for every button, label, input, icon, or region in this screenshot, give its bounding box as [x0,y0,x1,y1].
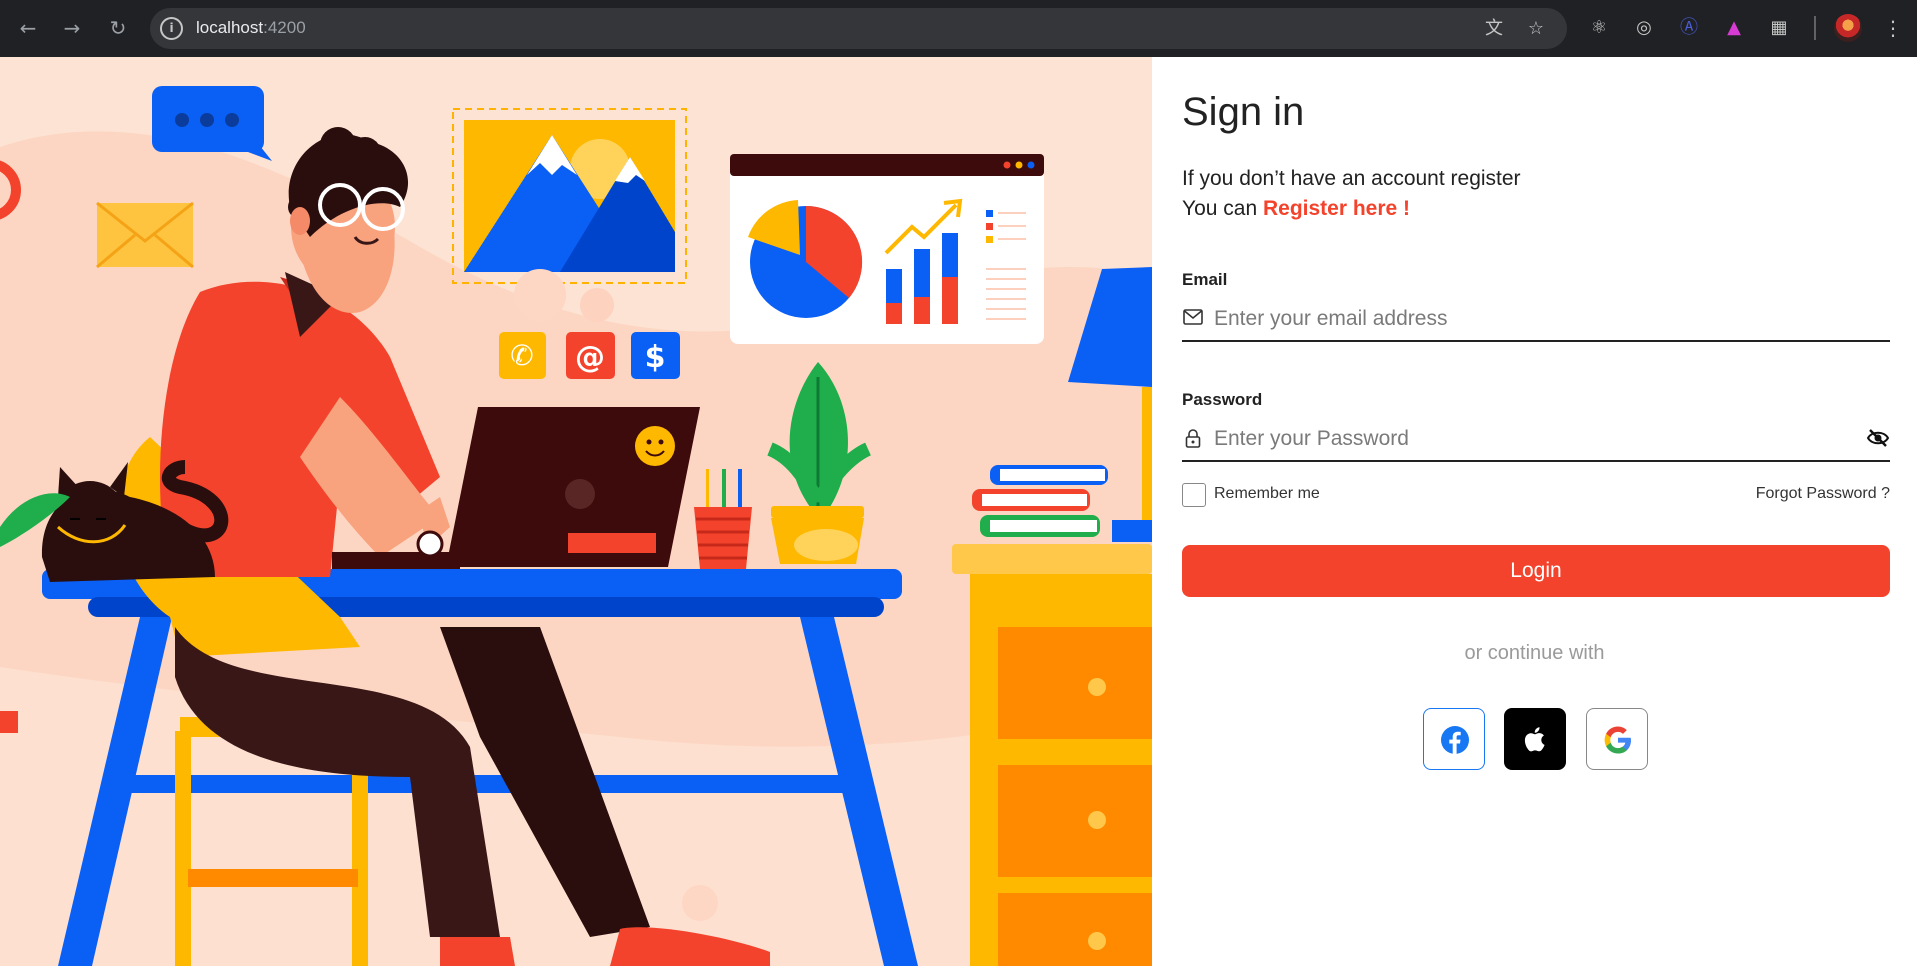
lock-icon [1182,428,1204,450]
workspace-illustration: ✆ @ $ [0,86,1152,966]
signin-subtitle: If you don’t have an account register [1182,167,1521,190]
reload-icon[interactable]: ↻ [104,14,132,42]
augury-extension-icon[interactable]: ▲ [1722,16,1746,40]
login-button[interactable]: Login [1182,545,1890,597]
hero-illustration: ✆ @ $ [0,57,1152,966]
password-input[interactable] [1214,424,1834,454]
remember-me-checkbox[interactable] [1182,483,1206,507]
hide-password-icon[interactable] [1866,428,1890,450]
svg-text:✆: ✆ [510,339,533,372]
email-field[interactable] [1182,300,1890,342]
at-sign-tile-icon: @ [566,332,615,379]
apple-icon [1524,727,1545,752]
translate-icon[interactable]: 文 [1483,18,1505,40]
envelope-icon [1182,308,1204,330]
svg-text:@: @ [575,340,605,375]
browser-toolbar: ← → ↻ i localhost:4200 文 ☆ ⚛ ◎ Ⓐ ▲ ▦ ⋮ [0,0,1917,57]
book-stack [972,465,1108,537]
svg-text:$: $ [645,340,666,375]
url-text[interactable]: localhost:4200 [196,18,306,38]
forward-arrow-icon[interactable]: → [58,14,86,42]
facebook-login-button[interactable] [1423,708,1485,770]
profile-avatar[interactable] [1834,14,1862,42]
register-prompt-text: You can [1182,197,1263,220]
drawer-cabinet [952,544,1152,966]
facebook-icon [1441,726,1469,754]
apple-login-button[interactable] [1504,708,1566,770]
address-bar[interactable]: i localhost:4200 文 ☆ [150,8,1567,49]
google-login-button[interactable] [1586,708,1648,770]
envelope-icon [96,201,194,269]
site-info-icon[interactable]: i [160,17,183,40]
browser-menu-icon[interactable]: ⋮ [1881,16,1905,40]
chat-bubble-icon [152,86,272,161]
bookmark-star-icon[interactable]: ☆ [1525,18,1547,40]
phone-tile-icon: ✆ [499,332,546,379]
dashboard-window [730,154,1044,344]
password-label: Password [1182,390,1263,409]
register-prompt: You can Register here ! [1182,197,1410,221]
toolbar-divider [1814,16,1816,40]
dollar-tile-icon: $ [631,332,680,379]
or-continue-label: or continue with [1464,642,1605,664]
target-extension-icon[interactable]: ◎ [1632,16,1656,40]
signin-panel: Sign in If you don’t have an account reg… [1152,57,1917,966]
remember-me-label[interactable]: Remember me [1214,485,1320,503]
react-devtools-extension-icon[interactable]: ⚛ [1587,16,1611,40]
email-label: Email [1182,270,1228,289]
back-arrow-icon[interactable]: ← [14,14,42,42]
angular-extension-icon[interactable]: Ⓐ [1677,16,1701,40]
password-field[interactable] [1182,420,1890,462]
picture-frame [452,108,687,284]
forgot-password-link[interactable]: Forgot Password ? [1756,485,1890,503]
page-title: Sign in [1182,90,1305,134]
extensions-puzzle-icon[interactable]: ▦ [1767,16,1791,40]
google-icon [1604,726,1631,754]
email-input[interactable] [1214,304,1834,334]
register-link[interactable]: Register here ! [1263,197,1410,220]
